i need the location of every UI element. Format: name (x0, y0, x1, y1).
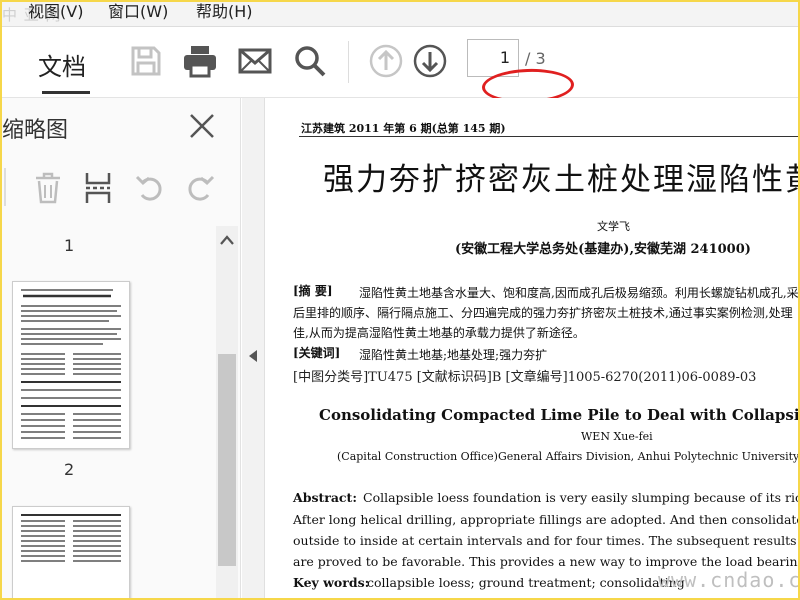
toolbar: 文档 1 / 3 (2, 27, 798, 105)
delete-icon[interactable] (32, 171, 64, 205)
abstract-line: 佳,从而为提高湿陷性黄土地基的承载力提供了新途径。 (293, 326, 585, 340)
sidebar-title: 缩略图 (2, 118, 69, 143)
keywords-en-label: Key words: (293, 575, 370, 590)
menu-window[interactable]: 窗口(W) (108, 2, 168, 22)
abstract-label: [摘 要] (293, 284, 333, 298)
mail-icon[interactable] (237, 43, 273, 79)
keywords-label: [关键词] (293, 346, 341, 360)
close-icon[interactable] (188, 112, 216, 140)
thumbnail-number: 1 (64, 236, 75, 255)
tab-document[interactable]: 文档 (38, 47, 86, 82)
affiliation-cn: (安徽工程大学总务处(基建办),安徽芜湖 241000) (455, 242, 751, 257)
abstract-en-line: are proved to be favorable. This provide… (293, 554, 798, 569)
menu-view[interactable]: 视图(V) (28, 2, 83, 22)
toolbar-separator (348, 41, 349, 83)
abstract-line: 湿陷性黄土地基含水量大、饱和度高,因而成孔后极易缩颈。利用长螺旋钻机成孔,采 (359, 286, 798, 300)
thumbnail-content (21, 289, 121, 439)
scroll-up-icon[interactable] (219, 234, 235, 246)
menu-bar: 中 亚 网 视图(V) 窗口(W) 帮助(H) (2, 2, 798, 27)
scrollbar-thumb[interactable] (218, 354, 236, 566)
sidebar-collapse-strip[interactable] (242, 98, 265, 598)
abstract-en-line: outside to inside at certain intervals a… (293, 533, 798, 548)
keywords-cn: 湿陷性黄土地基;地基处理;强力夯扩 (359, 348, 548, 362)
app-window: 中 亚 网 视图(V) 窗口(W) 帮助(H) 文档 1 / 3 缩略图 1 2… (0, 0, 800, 600)
journal-header: 江苏建筑 2011 年第 6 期(总第 145 期) (301, 122, 506, 135)
header-rule (299, 136, 798, 137)
save-icon[interactable] (128, 43, 164, 79)
menu-help[interactable]: 帮助(H) (196, 2, 253, 22)
title-en: Consolidating Compacted Lime Pile to Dea… (319, 406, 798, 424)
search-icon[interactable] (292, 43, 328, 79)
page-down-icon[interactable] (412, 43, 448, 79)
abstract-en-line: After long helical drilling, appropriate… (293, 512, 798, 527)
keywords-en: collapsible loess; ground treatment; con… (367, 575, 685, 590)
active-tab-indicator (42, 91, 90, 94)
page-thumbnail[interactable] (12, 281, 130, 449)
thumbnail-sidebar: 缩略图 1 2 (2, 98, 241, 598)
abstract-line: 后里排的顺序、隔行隔点施工、分四遍完成的强力夯扩挤密灰土桩技术,通过事实案例检测… (293, 306, 793, 320)
affiliation-en: (Capital Construction Office)General Aff… (337, 450, 798, 463)
thumbnail-content (21, 514, 121, 562)
abstract-en-line: Collapsible loess foundation is very eas… (363, 490, 798, 505)
title-cn: 强力夯扩挤密灰土桩处理湿陷性黄 (323, 162, 798, 198)
sidebar-toolbar-divider (4, 168, 6, 206)
rotate-right-icon[interactable] (184, 171, 216, 205)
bottom-watermark: www.cndao.com (658, 568, 800, 592)
thumbnail-list: 1 2 (2, 226, 217, 598)
page-total: / 3 (525, 49, 546, 68)
collapse-left-icon[interactable] (249, 350, 257, 362)
page-thumbnail[interactable] (12, 506, 130, 598)
sidebar-toolbar (2, 156, 240, 216)
abstract-en-label: Abstract: (293, 490, 357, 505)
rotate-left-icon[interactable] (134, 171, 166, 205)
author-en: WEN Xue-fei (581, 430, 653, 443)
document-page: 江苏建筑 2011 年第 6 期(总第 145 期) 强力夯扩挤密灰土桩处理湿陷… (265, 98, 798, 598)
page-up-icon[interactable] (368, 43, 404, 79)
classification-line: [中图分类号]TU475 [文献标识码]B [文章编号]1005-6270(20… (293, 370, 757, 385)
print-icon[interactable] (182, 43, 218, 79)
sidebar-scrollbar[interactable] (216, 226, 238, 598)
thumbnail-number: 2 (64, 460, 75, 479)
page-extract-icon[interactable] (82, 171, 114, 205)
author-cn: 文学飞 (597, 220, 630, 233)
